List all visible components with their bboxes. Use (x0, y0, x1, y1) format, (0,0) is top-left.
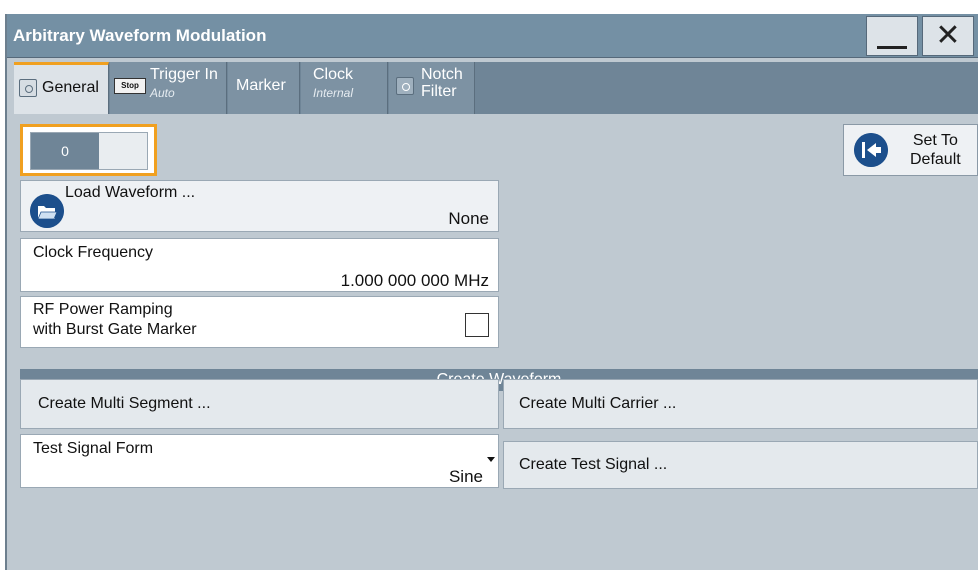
create-test-signal-button[interactable]: Create Test Signal ... (503, 441, 978, 489)
test-signal-form-dropdown[interactable]: Test Signal Form Sine (20, 434, 499, 488)
chevron-down-icon (487, 457, 495, 462)
load-waveform-button[interactable]: Load Waveform ... None (20, 180, 499, 232)
minimize-icon (877, 45, 907, 49)
tab-clock-label: Clock (313, 66, 354, 83)
tab-trigger-in-label: Trigger In (150, 66, 218, 83)
close-icon: ✕ (935, 19, 961, 52)
clock-frequency-value: 1.000 000 000 MHz (340, 271, 489, 290)
create-multi-carrier-label: Create Multi Carrier ... (519, 395, 677, 412)
tab-marker-label: Marker (236, 77, 286, 94)
tab-clock-sub: Internal (313, 86, 354, 100)
state-toggle-frame: 0 (20, 124, 157, 176)
tab-trigger-in-sub: Auto (150, 86, 175, 100)
stop-badge-icon: Stop (114, 78, 146, 94)
load-waveform-label: Load Waveform ... (65, 184, 196, 201)
rf-power-ramping-field: RF Power Ramping with Burst Gate Marker (20, 296, 499, 348)
rf-power-ramping-label-2: with Burst Gate Marker (33, 321, 197, 338)
title-bar: Arbitrary Waveform Modulation ✕ (7, 14, 978, 58)
minimize-button[interactable] (866, 16, 918, 56)
tab-notch-label: Notch (421, 66, 463, 83)
tab-general-label: General (42, 79, 99, 96)
tab-bar: General Stop Trigger In Auto Marker Cloc… (14, 62, 978, 114)
rf-power-ramping-label-1: RF Power Ramping (33, 301, 173, 318)
rf-power-ramping-checkbox[interactable] (465, 313, 489, 337)
window-title: Arbitrary Waveform Modulation (13, 26, 267, 45)
dialog-window: Arbitrary Waveform Modulation ✕ General … (5, 14, 978, 570)
test-signal-form-label: Test Signal Form (33, 440, 154, 457)
create-multi-carrier-button[interactable]: Create Multi Carrier ... (503, 379, 978, 429)
create-multi-segment-label: Create Multi Segment ... (38, 395, 211, 412)
test-signal-form-value: Sine (448, 467, 483, 486)
state-toggle-value: 0 (31, 133, 99, 169)
close-button[interactable]: ✕ (922, 16, 974, 56)
load-waveform-value: None (448, 209, 489, 228)
tab-filter-label: Filter (421, 83, 457, 100)
clock-frequency-field[interactable]: Clock Frequency 1.000 000 000 MHz (20, 238, 499, 292)
background-strip (0, 0, 978, 14)
led-indicator-icon (19, 79, 37, 97)
led-indicator-icon (396, 77, 414, 95)
tab-marker[interactable]: Marker (228, 62, 300, 114)
create-multi-segment-button[interactable]: Create Multi Segment ... (20, 379, 499, 429)
tab-general[interactable]: General (14, 62, 109, 114)
state-toggle[interactable]: 0 (30, 132, 148, 170)
set-default-label: Set To Default (910, 132, 961, 168)
tab-notch-filter[interactable]: Notch Filter (389, 62, 475, 114)
tab-clock[interactable]: Clock Internal (301, 62, 388, 114)
create-test-signal-label: Create Test Signal ... (519, 456, 668, 473)
clock-frequency-label: Clock Frequency (33, 244, 154, 261)
set-default-icon (854, 133, 888, 167)
folder-open-icon (30, 194, 64, 228)
tab-trigger-in[interactable]: Stop Trigger In Auto (110, 62, 227, 114)
set-to-default-button[interactable]: Set To Default (843, 124, 978, 176)
